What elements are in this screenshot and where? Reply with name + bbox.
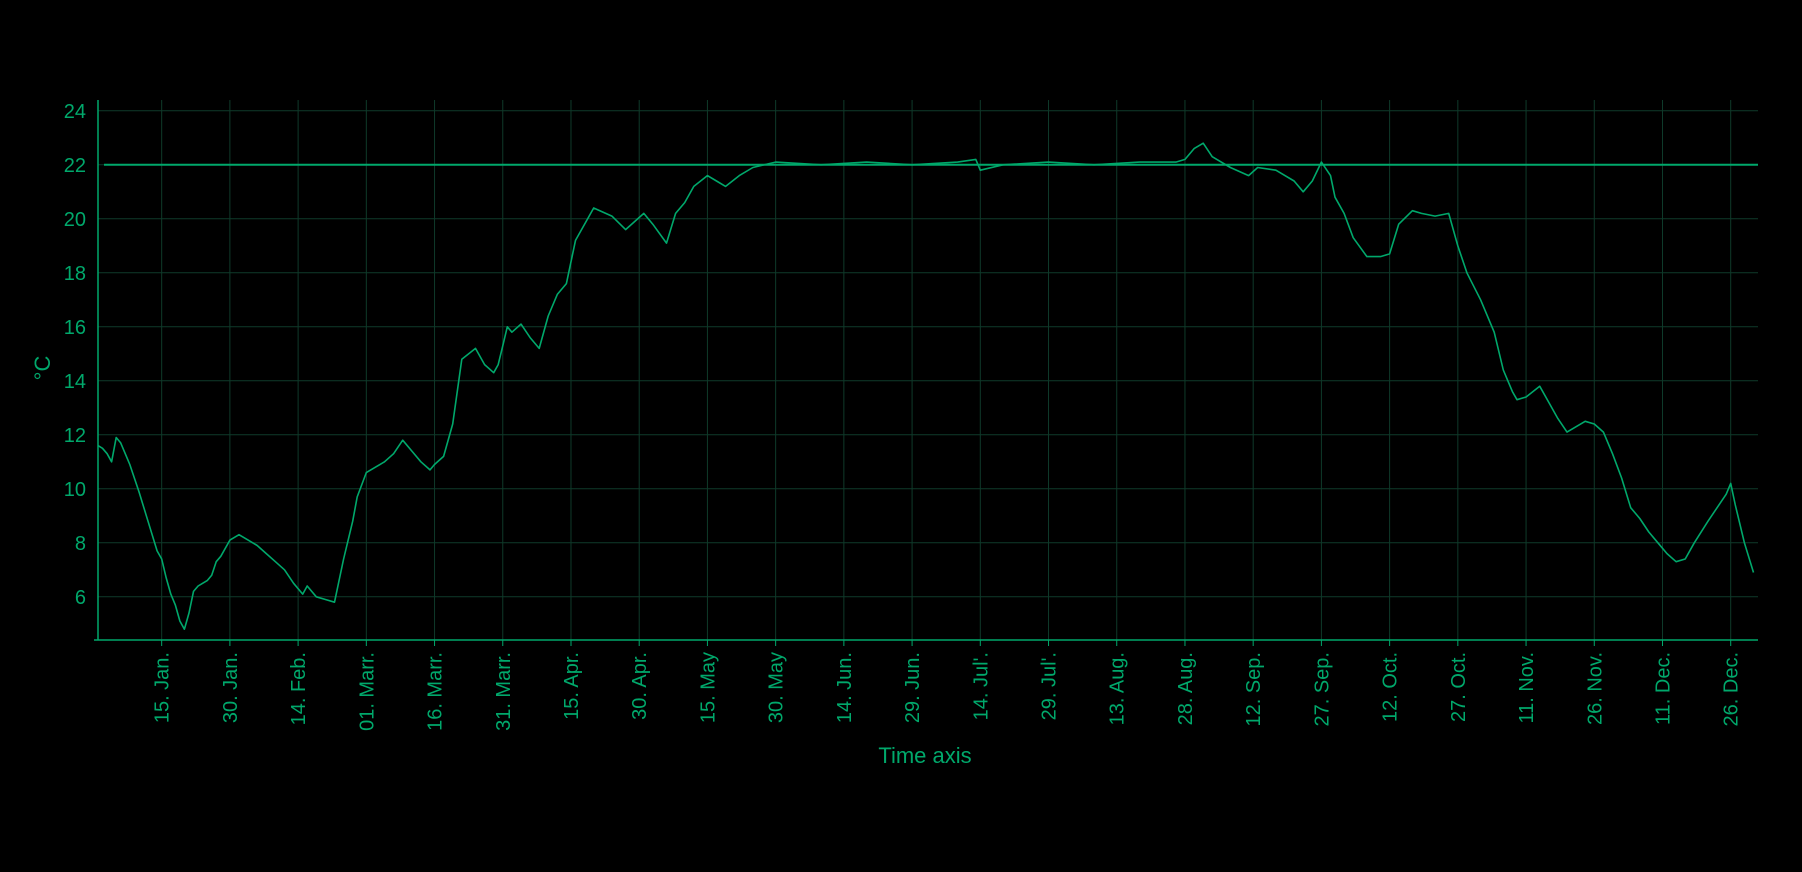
x-tick-label: 14. Jul'. [970, 652, 992, 720]
x-tick-label: 15. Jan. [152, 652, 174, 723]
temperature-series-line [97, 142, 1755, 631]
x-tick-label: 29. Jun. [902, 652, 924, 723]
y-tick-label: 24 [64, 101, 86, 123]
x-tick-label: 29. Jul'. [1039, 652, 1061, 720]
x-tick-label: 26. Dec. [1721, 652, 1743, 726]
x-tick-label: 15. Apr. [561, 652, 583, 720]
series-layer [97, 142, 1758, 631]
tick-labels: 6 8 10 12 14 16 18 20 22 24 15. Jan. 30. Jan. 14. Fe… [64, 101, 1743, 731]
y-axis-title: °C [30, 356, 55, 381]
chart-svg: 6 8 10 12 14 16 18 20 22 24 15. Jan. 30. Jan. 14. Fe… [30, 100, 1758, 768]
x-tick-label: 30. May [766, 652, 788, 723]
y-tick-label: 14 [64, 371, 86, 393]
x-tick-label: 26. Nov. [1584, 652, 1606, 725]
y-tick-label: 16 [64, 317, 86, 339]
x-tick-label: 11. Nov. [1516, 652, 1538, 724]
x-tick-label: 14. Feb. [288, 652, 310, 725]
y-tick-label: 18 [64, 263, 86, 285]
x-tick-label: 31. Marr. [493, 652, 515, 731]
x-tick-label: 28. Aug. [1175, 652, 1197, 725]
y-tick-label: 10 [64, 479, 86, 501]
x-tick-label: 30. Apr. [629, 652, 651, 720]
x-tick-label: 15. May [697, 652, 719, 723]
x-tick-label: 27. Sep. [1311, 652, 1333, 727]
axes [94, 100, 1758, 646]
grid [98, 100, 1758, 640]
x-tick-label: 11. Dec. [1652, 652, 1674, 725]
x-tick-label: 01. Marr. [356, 652, 378, 731]
y-tick-label: 8 [75, 533, 86, 555]
temperature-chart: 6 8 10 12 14 16 18 20 22 24 15. Jan. 30. Jan. 14. Fe… [0, 0, 1802, 872]
y-tick-label: 20 [64, 209, 86, 231]
x-tick-label: 16. Marr. [425, 652, 447, 731]
x-tick-label: 13. Aug. [1107, 652, 1129, 725]
x-tick-label: 12. Sep. [1243, 652, 1265, 727]
y-tick-label: 22 [64, 155, 86, 177]
x-axis-title: Time axis [878, 743, 971, 768]
x-tick-label: 14. Jun. [834, 652, 856, 723]
x-tick-label: 30. Jan. [220, 652, 242, 723]
y-tick-label: 12 [64, 425, 86, 447]
y-tick-label: 6 [75, 587, 86, 609]
x-tick-label: 27. Oct. [1448, 652, 1470, 722]
x-tick-label: 12. Oct. [1380, 652, 1402, 722]
